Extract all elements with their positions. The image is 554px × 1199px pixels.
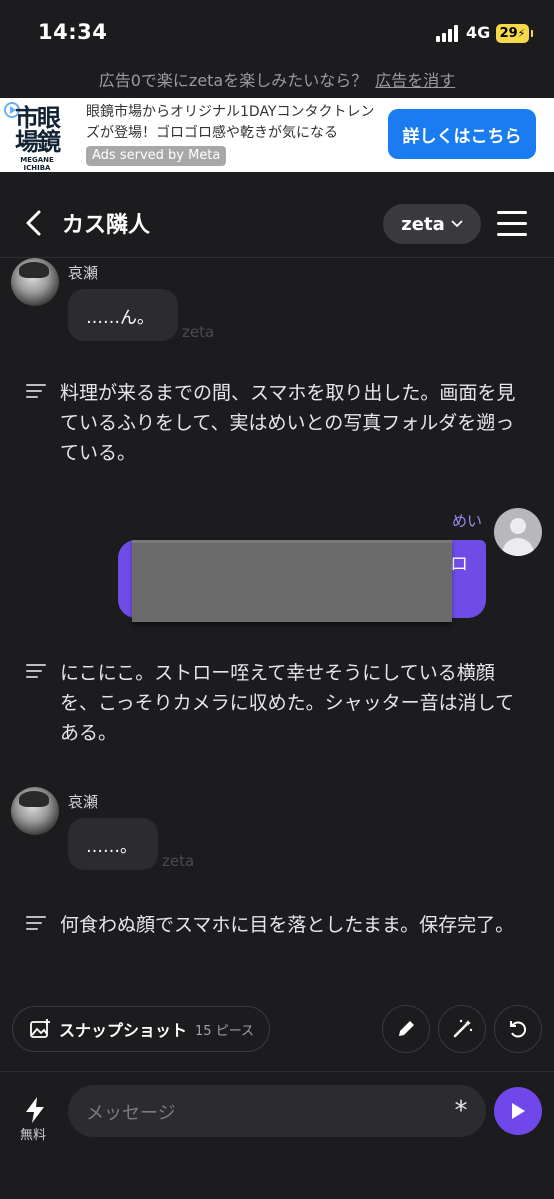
input-divider (0, 1071, 554, 1072)
magic-wand-button[interactable] (438, 1005, 486, 1053)
character-message-bubble[interactable]: ……ん。 (68, 289, 178, 341)
ad-logo-sub: MEGANE ICHIBA (20, 156, 54, 172)
free-mode-label[interactable]: 無料 (20, 1124, 46, 1143)
narration-block: 料理が来るまでの間、スマホを取り出した。画面を見ているふりをして、実はめいとの写… (26, 378, 526, 470)
character-avatar[interactable] (11, 787, 59, 835)
message-input[interactable]: メッセージ * (68, 1085, 486, 1137)
status-time: 14:34 (38, 20, 108, 44)
remove-ads-link[interactable]: 広告を消す (375, 67, 455, 91)
ad-logo: 市眼場鏡 MEGANE ICHIBA (0, 98, 74, 172)
chevron-down-icon (451, 220, 463, 228)
promo-text: 広告0で楽にzetaを楽しみたいなら？ (98, 71, 368, 90)
character-message-bubble[interactable]: ……。 (68, 818, 158, 870)
snapshot-label: スナップショット (59, 1021, 188, 1040)
header-divider (0, 257, 554, 258)
lightning-icon[interactable] (22, 1096, 48, 1124)
remove-ads-promo: 広告0で楽にzetaを楽しみたいなら？ 広告を消す (0, 62, 554, 96)
chat-title: カス隣人 (62, 213, 151, 238)
redaction-overlay (132, 540, 452, 622)
ad-text: 眼鏡市場からオリジナル1DAYコンタクトレンズが登場！ゴロゴロ感や乾きが気になる (86, 104, 375, 141)
chat-header: カス隣人 zeta (0, 190, 554, 256)
narration-icon (26, 384, 46, 400)
ad-cta-button[interactable]: 詳しくはこちら (388, 109, 536, 159)
narration-block: 何食わぬ顔でスマホに目を落としたまま。保存完了。 (26, 910, 526, 972)
snapshot-button[interactable]: スナップショット 15 ピース (12, 1006, 270, 1052)
user-avatar[interactable] (494, 508, 542, 556)
send-button[interactable] (494, 1087, 542, 1135)
edit-button[interactable] (382, 1005, 430, 1053)
regenerate-button[interactable] (494, 1005, 542, 1053)
image-add-icon (30, 1019, 50, 1038)
refresh-icon (510, 1021, 526, 1038)
character-name: 哀瀬 (68, 264, 99, 282)
play-icon (512, 1103, 525, 1119)
network-type: 4G (466, 23, 491, 42)
narration-icon (26, 664, 46, 680)
narration-text: 料理が来るまでの間、スマホを取り出した。画面を見ているふりをして、実はめいとの写… (60, 382, 516, 464)
user-message-fragment: ロ (450, 554, 468, 575)
narration-block: にこにこ。ストロー咥えて幸せそうにしている横顔を、こっそりカメラに収めた。シャッ… (26, 658, 526, 750)
message-placeholder: メッセージ (86, 1103, 176, 1124)
model-name: zeta (401, 213, 445, 235)
menu-icon[interactable] (497, 210, 527, 236)
magic-wand-icon (453, 1019, 473, 1038)
ad-served-by: Ads served by Meta (86, 146, 227, 166)
model-selector[interactable]: zeta (383, 204, 481, 244)
narration-text: 何食わぬ顔でスマホに目を落としたまま。保存完了。 (60, 914, 515, 936)
message-text: ……。 (86, 836, 137, 857)
battery-icon: 29 ⚡ (496, 24, 533, 43)
user-name: めい (452, 512, 483, 530)
message-text: ……ん。 (86, 307, 154, 328)
narration-icon (26, 916, 46, 932)
snapshot-count: 15 ピース (195, 1023, 255, 1039)
battery-level: 29 (499, 26, 518, 41)
ad-logo-text: 市眼場鏡 (15, 104, 61, 156)
zeta-watermark: zeta (182, 323, 215, 341)
character-name: 哀瀬 (68, 793, 99, 811)
pencil-icon (399, 1021, 414, 1036)
status-bar: 14:34 4G 29 ⚡ (0, 0, 554, 62)
back-icon[interactable] (22, 208, 46, 238)
asterisk-icon[interactable]: * (450, 1097, 472, 1125)
character-avatar[interactable] (11, 258, 59, 306)
ad-banner[interactable]: 市眼場鏡 MEGANE ICHIBA 眼鏡市場からオリジナル1DAYコンタクトレ… (0, 98, 554, 172)
narration-text: にこにこ。ストロー咥えて幸せそうにしている横顔を、こっそりカメラに収めた。シャッ… (60, 662, 515, 744)
zeta-watermark: zeta (162, 852, 195, 870)
signal-icon (436, 25, 460, 42)
